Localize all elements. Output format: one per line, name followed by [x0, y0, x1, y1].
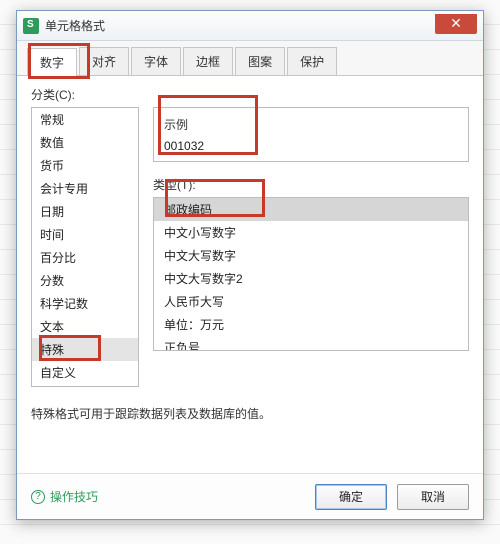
- cancel-button[interactable]: 取消: [397, 484, 469, 510]
- cat-custom[interactable]: 自定义: [32, 361, 138, 384]
- type-postal[interactable]: 邮政编码: [154, 198, 468, 221]
- cat-currency[interactable]: 货币: [32, 154, 138, 177]
- tab-number[interactable]: 数字: [27, 48, 77, 76]
- type-list[interactable]: 邮政编码 中文小写数字 中文大写数字 中文大写数字2 人民币大写 单位：万元 正…: [153, 197, 469, 351]
- type-cn-upper[interactable]: 中文大写数字: [154, 244, 468, 267]
- cat-general[interactable]: 常规: [32, 108, 138, 131]
- tips-icon: ?: [31, 490, 45, 504]
- close-icon: ✕: [450, 15, 462, 32]
- cat-time[interactable]: 时间: [32, 223, 138, 246]
- example-value: 001032: [164, 139, 458, 153]
- tips-label: 操作技巧: [50, 488, 98, 505]
- type-sign[interactable]: 正负号: [154, 336, 468, 351]
- tab-pattern[interactable]: 图案: [235, 47, 285, 75]
- example-box: 示例 001032: [153, 107, 469, 162]
- close-button[interactable]: ✕: [435, 14, 477, 34]
- format-cells-dialog: 单元格格式 ✕ 数字 对齐 字体 边框 图案 保护 分类(C): 常规 数值 货…: [16, 10, 484, 520]
- type-rmb[interactable]: 人民币大写: [154, 290, 468, 313]
- description-text: 特殊格式可用于跟踪数据列表及数据库的值。: [31, 405, 469, 422]
- type-label: 类型(T):: [153, 176, 469, 193]
- cat-percent[interactable]: 百分比: [32, 246, 138, 269]
- tab-font[interactable]: 字体: [131, 47, 181, 75]
- tab-border[interactable]: 边框: [183, 47, 233, 75]
- cat-special[interactable]: 特殊: [32, 338, 138, 361]
- dialog-footer: ? 操作技巧 确定 取消: [17, 473, 483, 519]
- ok-button[interactable]: 确定: [315, 484, 387, 510]
- cat-text[interactable]: 文本: [32, 315, 138, 338]
- tab-alignment[interactable]: 对齐: [79, 47, 129, 75]
- category-label: 分类(C):: [31, 86, 469, 103]
- titlebar[interactable]: 单元格格式 ✕: [17, 11, 483, 41]
- cat-number[interactable]: 数值: [32, 131, 138, 154]
- category-list[interactable]: 常规 数值 货币 会计专用 日期 时间 百分比 分数 科学记数 文本 特殊 自定…: [31, 107, 139, 387]
- type-cn-upper2[interactable]: 中文大写数字2: [154, 267, 468, 290]
- dialog-body: 分类(C): 常规 数值 货币 会计专用 日期 时间 百分比 分数 科学记数 文…: [17, 76, 483, 478]
- cat-accounting[interactable]: 会计专用: [32, 177, 138, 200]
- right-column: 示例 001032 类型(T): 邮政编码 中文小写数字 中文大写数字 中文大写…: [153, 107, 469, 387]
- window-title: 单元格格式: [45, 17, 435, 34]
- tab-bar: 数字 对齐 字体 边框 图案 保护: [17, 41, 483, 76]
- tips-link[interactable]: ? 操作技巧: [31, 488, 305, 505]
- example-label: 示例: [164, 116, 458, 133]
- type-cn-lower[interactable]: 中文小写数字: [154, 221, 468, 244]
- cat-date[interactable]: 日期: [32, 200, 138, 223]
- type-wan[interactable]: 单位：万元: [154, 313, 468, 336]
- app-icon: [23, 18, 39, 34]
- cat-scientific[interactable]: 科学记数: [32, 292, 138, 315]
- tab-protection[interactable]: 保护: [287, 47, 337, 75]
- cat-fraction[interactable]: 分数: [32, 269, 138, 292]
